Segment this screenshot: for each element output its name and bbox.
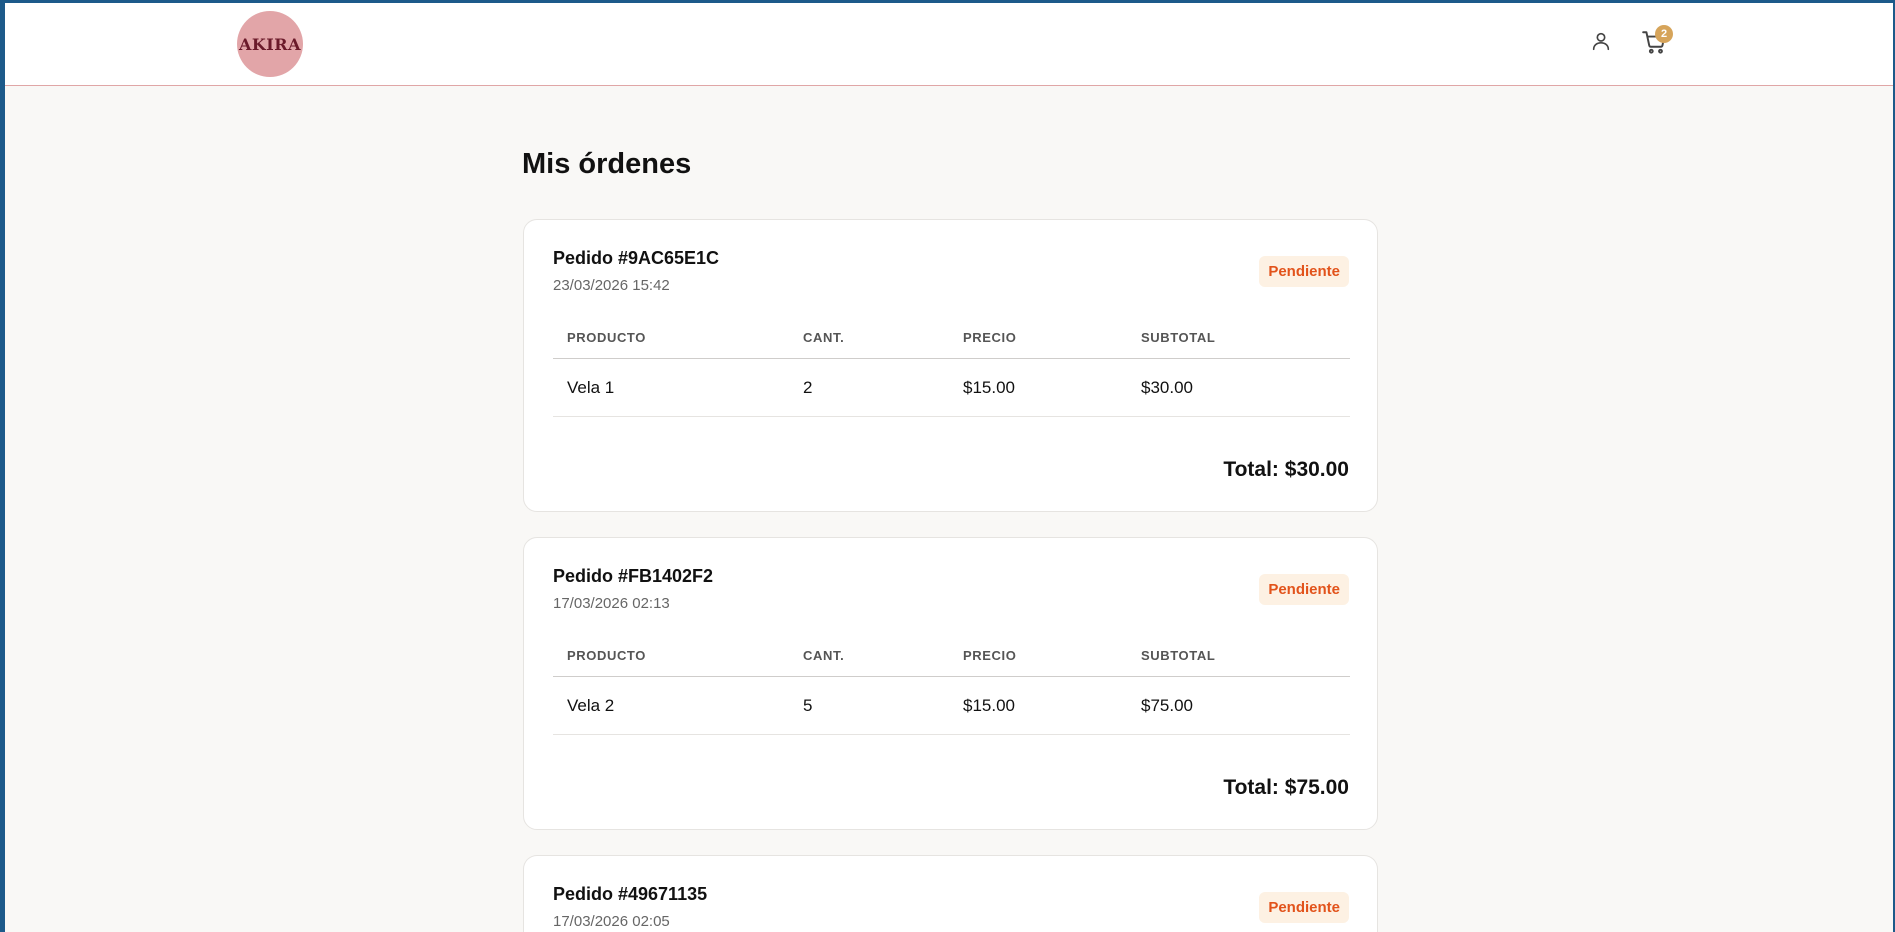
column-header-product: PRODUCTO — [567, 648, 646, 663]
order-id: Pedido #9AC65E1C — [553, 248, 720, 268]
item-qty: 5 — [803, 696, 813, 715]
item-price: $15.00 — [963, 378, 1015, 397]
column-header-product: PRODUCTO — [567, 330, 646, 345]
order-header: Pedido #FB1402F2 17/03/2026 02:13 — [553, 566, 713, 612]
table-row: Vela 1 2 $15.00 $30.00 — [553, 359, 1350, 417]
page-title: Mis órdenes — [522, 148, 692, 180]
order-items-table: PRODUCTO CANT. PRECIO SUBTOTAL Vela 1 2 … — [553, 320, 1350, 417]
table-row: Vela 2 5 $15.00 $75.00 — [553, 677, 1350, 735]
order-items-table: PRODUCTO CANT. PRECIO SUBTOTAL Vela 2 5 … — [553, 638, 1350, 735]
order-header: Pedido #9AC65E1C 23/03/2026 15:42 — [553, 248, 719, 294]
column-header-price: PRECIO — [963, 330, 1017, 345]
status-badge: Pendiente — [1259, 892, 1349, 923]
order-date: 17/03/2026 02:13 — [553, 595, 670, 612]
status-badge: Pendiente — [1259, 574, 1349, 605]
account-button[interactable] — [1588, 28, 1614, 54]
column-header-price: PRECIO — [963, 648, 1017, 663]
column-header-qty: CANT. — [803, 330, 845, 345]
order-total: Total: $30.00 — [1223, 458, 1349, 481]
order-total: Total: $75.00 — [1223, 776, 1349, 799]
column-header-qty: CANT. — [803, 648, 845, 663]
cart-count-badge: 2 — [1655, 25, 1673, 43]
order-id: Pedido #FB1402F2 — [553, 566, 714, 586]
status-badge: Pendiente — [1259, 256, 1349, 287]
order-card: Pedido #9AC65E1C 23/03/2026 15:42 Pendie… — [523, 219, 1378, 512]
item-subtotal: $30.00 — [1141, 378, 1193, 397]
table-header: PRODUCTO CANT. PRECIO SUBTOTAL — [553, 320, 1350, 359]
user-icon — [1592, 32, 1610, 51]
order-card: Pedido #49671135 17/03/2026 02:05 Pendie… — [523, 855, 1378, 932]
item-qty: 2 — [803, 378, 813, 397]
item-price: $15.00 — [963, 696, 1015, 715]
order-id: Pedido #49671135 — [553, 884, 708, 904]
window-border-left — [0, 0, 5, 932]
order-date: 23/03/2026 15:42 — [553, 277, 670, 294]
order-card: Pedido #FB1402F2 17/03/2026 02:13 Pendie… — [523, 537, 1378, 830]
item-product: Vela 2 — [567, 696, 615, 715]
table-header: PRODUCTO CANT. PRECIO SUBTOTAL — [553, 638, 1350, 677]
item-subtotal: $75.00 — [1141, 696, 1193, 715]
column-header-subtotal: SUBTOTAL — [1141, 648, 1216, 663]
item-product: Vela 1 — [567, 378, 615, 397]
order-date: 17/03/2026 02:05 — [553, 913, 670, 930]
logo[interactable]: AKIRA — [237, 11, 303, 77]
column-header-subtotal: SUBTOTAL — [1141, 330, 1216, 345]
order-header: Pedido #49671135 17/03/2026 02:05 — [553, 884, 707, 930]
